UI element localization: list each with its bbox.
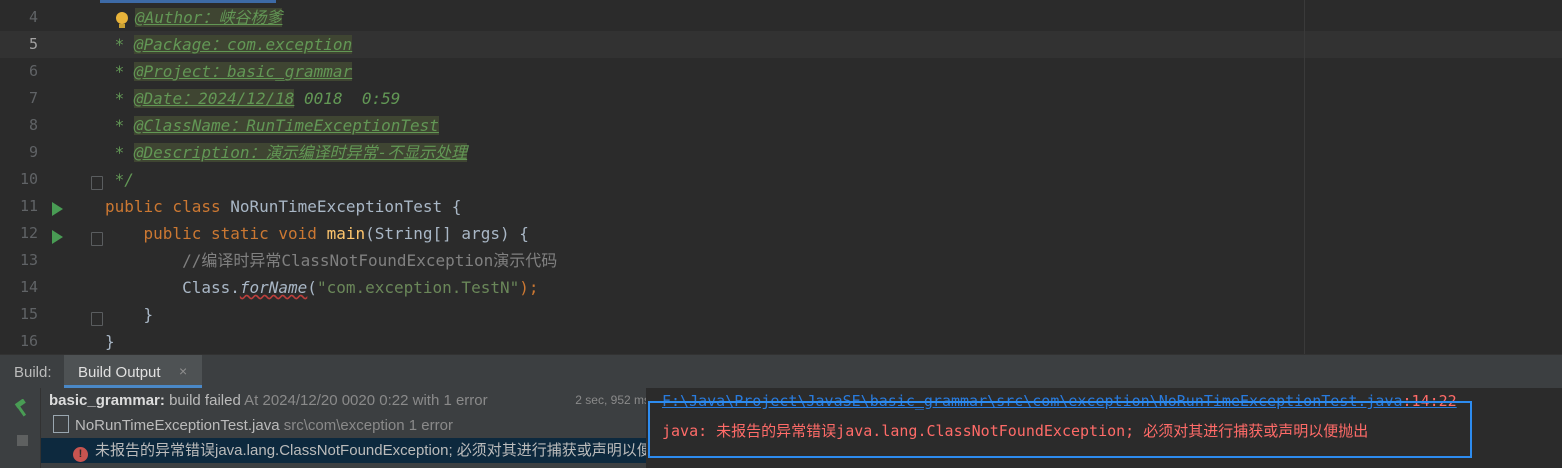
code-text: Class.forName("com.exception.TestN"); xyxy=(105,278,539,297)
build-time: At 2024/12/20 0020 0:22 with 1 error xyxy=(240,392,488,409)
code-editor[interactable]: 4 @Author：峡谷杨爹 5 * @Package：com.exception 6… xyxy=(0,0,1562,354)
build-tab-bar: Build: Build Output × xyxy=(0,354,1562,389)
code-line[interactable]: 14 Class.forName("com.exception.TestN"); xyxy=(0,274,1562,301)
code-text: } xyxy=(105,332,115,351)
build-toolbar xyxy=(0,388,41,468)
build-status: build failed xyxy=(164,392,241,409)
file-name: NoRunTimeExceptionTest.java xyxy=(75,417,280,434)
error-icon: ! xyxy=(73,447,88,462)
code-line[interactable]: 15 } xyxy=(0,301,1562,328)
code-line[interactable]: 5 * @Package：com.exception xyxy=(0,31,1562,58)
line-number: 16 xyxy=(19,332,38,350)
lightbulb-icon[interactable] xyxy=(116,12,128,28)
code-text: } xyxy=(105,305,154,324)
highlight-box xyxy=(648,401,1472,458)
code-text: * @Description：演示编译时异常-不显示处理 xyxy=(105,143,468,162)
editor-tab-indicator xyxy=(100,0,276,3)
code-text: public static void main(String[] args) { xyxy=(105,224,529,243)
line-number: 11 xyxy=(19,197,38,215)
code-line[interactable]: 4 @Author：峡谷杨爹 xyxy=(0,4,1562,31)
code-line[interactable]: 11 public class NoRunTimeExceptionTest { xyxy=(0,193,1562,220)
line-number: 14 xyxy=(19,278,38,296)
line-number: 9 xyxy=(28,143,38,161)
tab-build-output[interactable]: Build Output × xyxy=(64,355,202,388)
code-text: public class NoRunTimeExceptionTest { xyxy=(105,197,462,216)
code-line[interactable]: 16} xyxy=(0,328,1562,354)
code-line[interactable]: 7 * @Date：2024/12/18 0018 0:59 xyxy=(0,85,1562,112)
code-text: //编译时异常ClassNotFoundException演示代码 xyxy=(105,251,558,270)
build-duration: 2 sec, 952 ms xyxy=(575,393,650,407)
line-number: 4 xyxy=(28,8,38,26)
line-number: 10 xyxy=(19,170,38,188)
error-summary: 未报告的异常错误java.lang.ClassNotFoundException… xyxy=(95,442,678,459)
tab-build-output-label: Build Output xyxy=(78,364,161,381)
fold-marker-icon[interactable] xyxy=(91,232,103,246)
fold-marker-icon[interactable] xyxy=(91,176,103,190)
code-text: * @Date：2024/12/18 0018 0:59 xyxy=(105,89,401,108)
code-line[interactable]: 10 */ xyxy=(0,166,1562,193)
code-text: * @Project：basic_grammar xyxy=(105,62,353,81)
run-class-icon[interactable] xyxy=(52,202,63,216)
run-main-icon[interactable] xyxy=(52,230,63,244)
tree-row-file[interactable]: NoRunTimeExceptionTest.java src\com\exce… xyxy=(41,413,658,438)
code-text: @Author：峡谷杨爹 xyxy=(135,8,283,27)
code-line[interactable]: 8 * @ClassName：RunTimeExceptionTest xyxy=(0,112,1562,139)
tree-row-error[interactable]: ! 未报告的异常错误java.lang.ClassNotFoundExceptio… xyxy=(41,438,678,463)
line-number: 13 xyxy=(19,251,38,269)
code-text: * @Package：com.exception xyxy=(105,35,353,54)
code-line[interactable]: 12 public static void main(String[] args… xyxy=(0,220,1562,247)
code-text: */ xyxy=(105,170,134,189)
line-number: 6 xyxy=(28,62,38,80)
line-number: 12 xyxy=(19,224,38,242)
build-title: Build: xyxy=(14,364,52,381)
stop-icon[interactable] xyxy=(17,435,28,446)
right-margin-guide xyxy=(1304,0,1305,354)
line-number: 8 xyxy=(28,116,38,134)
hammer-icon[interactable] xyxy=(13,399,31,417)
build-tree: basic_grammar: build failed At 2024/12/2… xyxy=(41,388,678,468)
tree-row-project[interactable]: basic_grammar: build failed At 2024/12/2… xyxy=(41,388,654,413)
line-number: 15 xyxy=(19,305,38,323)
java-file-icon xyxy=(53,415,69,433)
code-line[interactable]: 6 * @Project：basic_grammar xyxy=(0,58,1562,85)
line-number: 7 xyxy=(28,89,38,107)
project-name: basic_grammar: xyxy=(49,392,165,409)
code-line[interactable]: 13 //编译时异常ClassNotFoundException演示代码 xyxy=(0,247,1562,274)
fold-marker-icon[interactable] xyxy=(91,312,103,326)
line-number: 5 xyxy=(28,35,38,53)
close-icon[interactable]: × xyxy=(179,363,187,379)
file-path: src\com\exception 1 error xyxy=(279,417,453,434)
code-text: * @ClassName：RunTimeExceptionTest xyxy=(105,116,439,135)
code-line[interactable]: 9 * @Description：演示编译时异常-不显示处理 xyxy=(0,139,1562,166)
